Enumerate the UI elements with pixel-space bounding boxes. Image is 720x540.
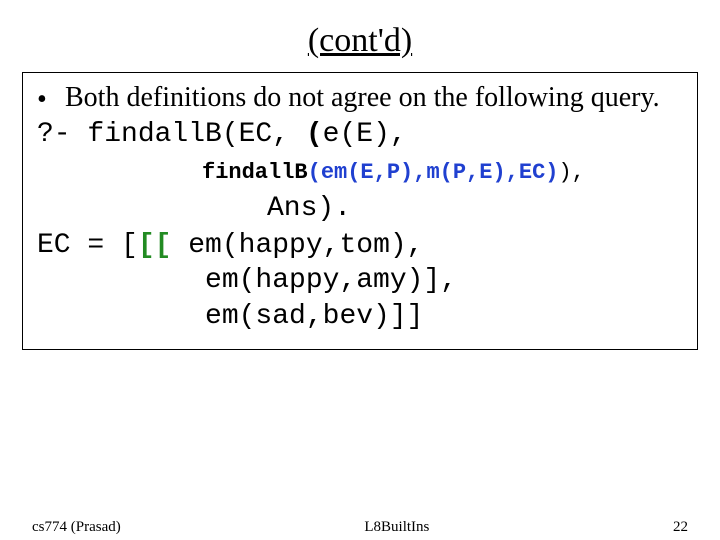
content-box: • Both definitions do not agree on the f…	[22, 72, 698, 350]
footer-left: cs774 (Prasad)	[32, 519, 121, 536]
nested-lead: findallB	[202, 160, 308, 185]
bullet-marker: •	[37, 81, 65, 117]
result-block: EC = [[[ em(happy,tom), em(happy,amy)], …	[37, 228, 683, 335]
query-prefix: ?- findallB(EC,	[37, 119, 306, 150]
result-l2: em(happy,amy)],	[37, 265, 457, 296]
query-after-paren: e(E),	[323, 119, 407, 150]
footer: cs774 (Prasad) L8BuiltIns 22	[0, 519, 720, 536]
query-line: ?- findallB(EC, (e(E),	[37, 119, 683, 150]
slide-title: (cont'd)	[0, 22, 720, 60]
result-l1c: em(happy,tom),	[171, 230, 423, 261]
nested-open-paren: (	[308, 160, 321, 185]
result-l1a: EC = [	[37, 230, 138, 261]
nested-close-paren: )	[545, 160, 558, 185]
nested-trailing: ),	[558, 160, 584, 185]
nested-args: em(E,P),m(P,E),EC	[321, 160, 545, 185]
query-open-paren: (	[306, 119, 323, 150]
footer-center: L8BuiltIns	[364, 519, 429, 536]
result-l3: em(sad,bev)]]	[37, 301, 423, 332]
ans-line: Ans).	[267, 193, 683, 224]
result-l1b: [[	[138, 230, 172, 261]
bullet-text: Both definitions do not agree on the fol…	[65, 81, 683, 115]
bullet-item: • Both definitions do not agree on the f…	[37, 81, 683, 117]
footer-right: 22	[673, 519, 688, 536]
nested-findall-line: findallB(em(E,P),m(P,E),EC)),	[202, 160, 683, 185]
slide: (cont'd) • Both definitions do not agree…	[0, 22, 720, 540]
